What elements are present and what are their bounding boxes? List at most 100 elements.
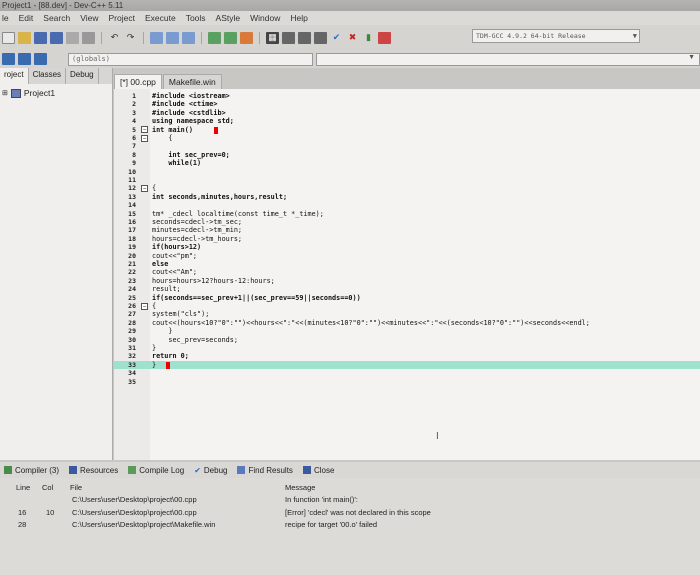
search-icon[interactable] (150, 31, 163, 44)
open-icon[interactable] (18, 31, 31, 44)
toggle-bookmark-icon[interactable] (18, 53, 31, 65)
compile-run-icon[interactable] (298, 31, 311, 44)
code-line[interactable]: 8 int sec_prev=0; (114, 151, 700, 159)
code-line[interactable]: 11 (114, 176, 700, 184)
tab-find-results[interactable]: Find Results (237, 466, 293, 475)
code-editor[interactable]: 1 #include <iostream> 2 #include <ctime> 3 #i… (114, 89, 700, 460)
fold-toggle-icon[interactable]: − (141, 302, 148, 310)
code-line[interactable]: 35 (114, 378, 700, 386)
code-line[interactable]: 2 #include <ctime> (114, 100, 700, 108)
line-number: 5 (132, 125, 136, 134)
globals-select[interactable]: (globals) (68, 53, 313, 66)
stop-icon[interactable]: ✖ (346, 32, 359, 44)
code-text: while(1) (152, 159, 202, 168)
new-file-icon[interactable] (2, 31, 15, 44)
menu-search[interactable]: Search (43, 13, 70, 23)
code-line[interactable]: 29 } (114, 327, 700, 335)
code-line[interactable]: 31} (114, 344, 700, 352)
menu-file[interactable]: le (2, 13, 9, 23)
compiler-select[interactable]: TDM-GCC 4.9.2 64-bit Release ▼ (472, 29, 640, 43)
code-line[interactable]: 28 cout<<(hours<10?"0":"")<<hours<<":"<<(… (114, 319, 700, 327)
print-icon[interactable] (82, 31, 95, 44)
code-line[interactable]: 5− int main() (114, 126, 700, 134)
code-text: if(seconds==sec_prev+1||(sec_prev==59||s… (152, 293, 361, 302)
undo-icon[interactable]: ↶ (108, 32, 121, 44)
fold-toggle-icon[interactable]: − (141, 126, 148, 134)
project-new-icon[interactable] (208, 31, 221, 44)
chart-icon[interactable]: ▮ (362, 32, 375, 44)
menu-edit[interactable]: Edit (19, 13, 34, 23)
code-line[interactable]: 13 int seconds,minutes,hours,result; (114, 193, 700, 201)
goto-line-icon[interactable] (182, 31, 195, 44)
code-line[interactable]: 22 cout<<"Am"; (114, 268, 700, 276)
mouse-ibeam-cursor: I (436, 431, 439, 442)
code-line[interactable]: 4 using namespace std; (114, 117, 700, 125)
menu-execute[interactable]: Execute (145, 13, 176, 23)
tab-debug[interactable]: Debug (66, 68, 99, 84)
code-line[interactable]: 21 else (114, 260, 700, 268)
save-all-icon[interactable] (50, 31, 63, 44)
code-line[interactable]: 33} (114, 360, 700, 370)
code-line[interactable]: 14 (114, 201, 700, 209)
code-line[interactable]: 17 minutes=cdecl->tm_min; (114, 226, 700, 234)
menu-view[interactable]: View (80, 13, 98, 23)
code-line[interactable]: 3 #include <cstdlib> (114, 109, 700, 117)
code-line[interactable]: 9 while(1) (114, 159, 700, 167)
project-options-icon[interactable] (240, 31, 253, 44)
code-line[interactable]: 23 hours=hours>12?hours-12:hours; (114, 277, 700, 285)
code-line[interactable]: 30 sec_prev=seconds; (114, 336, 700, 344)
code-text: sec_prev=seconds; (152, 335, 238, 344)
debug-icon[interactable] (378, 31, 391, 44)
code-line[interactable]: 26−{ (114, 302, 700, 310)
redo-icon[interactable]: ↷ (124, 32, 137, 44)
goto-bookmark-icon[interactable] (34, 53, 47, 65)
code-line[interactable]: 15 tm* _cdecl localtime(const time_t *_ti… (114, 210, 700, 218)
menu-tools[interactable]: Tools (186, 13, 206, 23)
tab-compiler[interactable]: Compiler (3) (4, 466, 59, 475)
tab-compile-log[interactable]: Compile Log (128, 466, 184, 475)
code-line[interactable]: 19 if(hours>12) (114, 243, 700, 251)
code-line[interactable]: 34 (114, 369, 700, 377)
tab-resources[interactable]: Resources (69, 466, 118, 475)
project-pane: roject Classes Debug ⊞ Project1 (0, 68, 113, 460)
menu-help[interactable]: Help (290, 13, 307, 23)
code-line[interactable]: 25 if(seconds==sec_prev+1||(sec_prev==59|… (114, 294, 700, 302)
menu-window[interactable]: Window (250, 13, 280, 23)
compile-icon[interactable]: ▦ (266, 31, 279, 44)
tab-project[interactable]: roject (0, 68, 29, 84)
code-line[interactable]: 20 cout<<"pm"; (114, 252, 700, 260)
save-icon[interactable] (34, 31, 47, 44)
code-line[interactable]: 27 system("cls"); (114, 310, 700, 318)
syntax-check-icon[interactable]: ✔ (330, 32, 343, 44)
fold-toggle-icon[interactable]: − (141, 134, 148, 142)
replace-icon[interactable] (166, 31, 179, 44)
code-text: result; (152, 285, 181, 294)
line-number: 33 (128, 360, 136, 369)
code-line[interactable]: 32 return 0; (114, 352, 700, 360)
code-line[interactable]: 12−{ (114, 184, 700, 192)
tab-00-cpp[interactable]: [*] 00.cpp (114, 74, 162, 89)
menu-astyle[interactable]: AStyle (216, 13, 241, 23)
expand-icon[interactable]: ⊞ (2, 89, 8, 97)
scope-select[interactable]: ▼ (316, 53, 700, 66)
code-line[interactable]: 6− { (114, 134, 700, 142)
close-button[interactable]: Close (302, 466, 334, 475)
project-add-icon[interactable] (224, 31, 237, 44)
close-file-icon[interactable] (66, 31, 79, 44)
project-name: Project1 (23, 88, 56, 98)
project-tree-root[interactable]: ⊞ Project1 (0, 84, 112, 102)
code-line[interactable]: 16 seconds=cdecl->tm_sec; (114, 218, 700, 226)
tab-classes[interactable]: Classes (29, 68, 67, 84)
code-line[interactable]: 24 result; (114, 285, 700, 293)
code-line[interactable]: 7 (114, 142, 700, 150)
insert-icon[interactable] (2, 53, 15, 65)
fold-toggle-icon[interactable]: − (141, 184, 148, 192)
code-line[interactable]: 1 #include <iostream> (114, 92, 700, 100)
rebuild-icon[interactable] (314, 31, 327, 44)
menu-project[interactable]: Project (109, 13, 135, 23)
tab-makefile[interactable]: Makefile.win (162, 74, 222, 89)
run-icon[interactable] (282, 31, 295, 44)
code-line[interactable]: 10 (114, 168, 700, 176)
code-line[interactable]: 18 hours=cdecl->tm_hours; (114, 235, 700, 243)
tab-debug-output[interactable]: ✔ Debug (194, 466, 227, 475)
